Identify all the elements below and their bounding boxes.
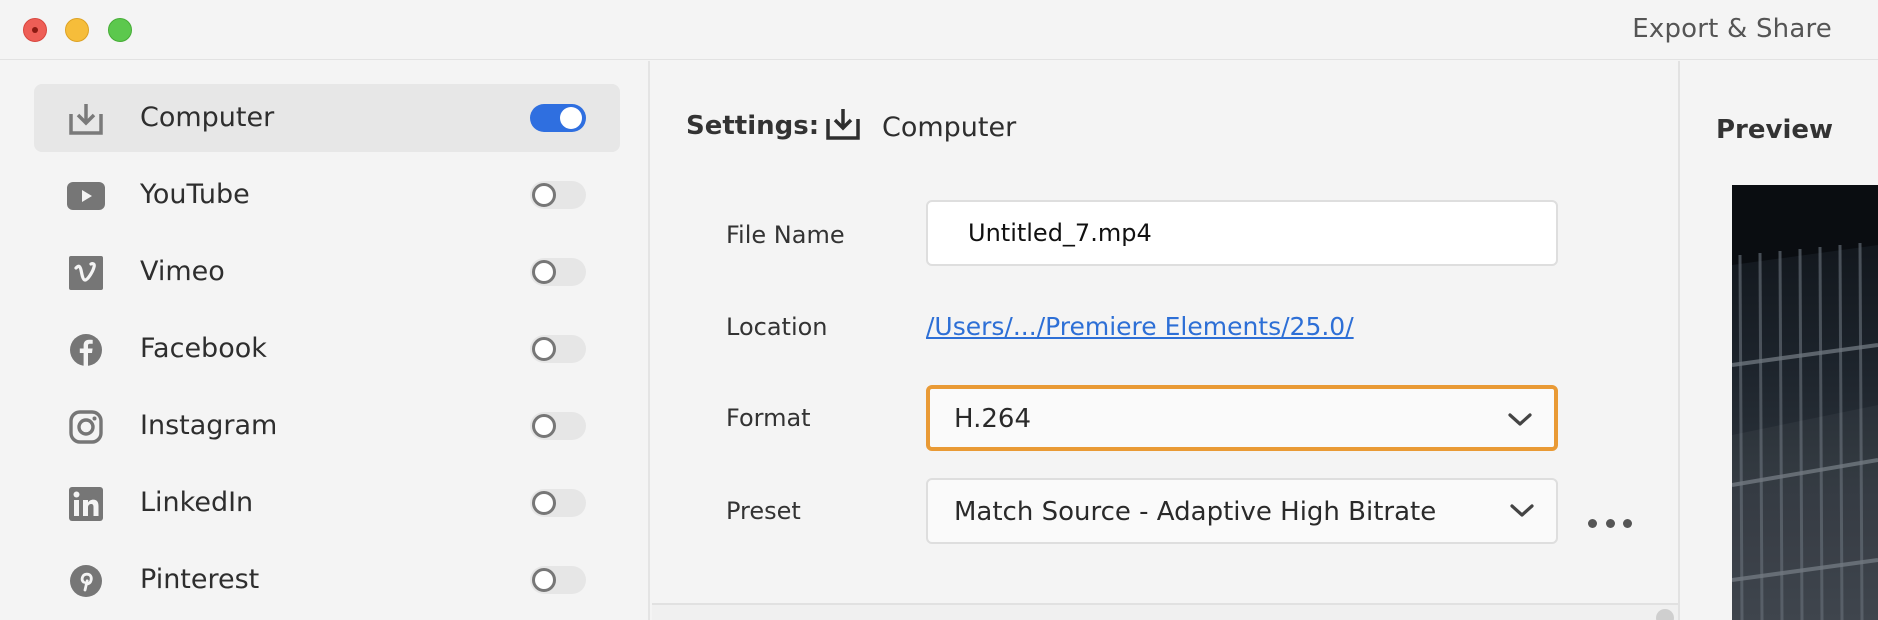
sidebar-item-label: Instagram [140,410,278,441]
settings-destination-label: Computer [882,112,1017,143]
format-select-value: H.264 [954,404,1031,434]
format-label: Format [726,404,811,432]
linkedin-toggle[interactable] [530,489,586,517]
preview-video-frame [1732,185,1878,620]
preview-title: Preview [1716,115,1834,145]
settings-scrollbar[interactable] [652,603,1678,620]
preview-panel: Preview [1680,61,1878,620]
sidebar-item-label: YouTube [140,179,250,210]
sidebar-item-vimeo[interactable]: Vimeo [34,238,620,306]
scrollbar-thumb[interactable] [1656,609,1674,620]
toggle-knob [560,107,582,129]
title-bar: Export & Share [0,0,1878,60]
file-name-input[interactable] [926,200,1558,266]
facebook-icon [66,332,106,368]
facebook-toggle[interactable] [530,335,586,363]
instagram-icon [66,409,106,445]
sidebar-item-label: Facebook [140,333,267,364]
toggle-knob [532,183,556,207]
preset-select-value: Match Source - Adaptive High Bitrate [954,497,1437,527]
toggle-knob [532,491,556,515]
chevron-down-icon [1506,409,1534,431]
preset-label: Preset [726,497,801,525]
sidebar-item-pinterest[interactable]: Pinterest [34,546,620,614]
toggle-knob [532,414,556,438]
location-label: Location [726,313,828,341]
window-minimize-button[interactable] [65,18,89,42]
youtube-toggle[interactable] [530,181,586,209]
toggle-knob [532,568,556,592]
sidebar-item-label: Vimeo [140,256,225,287]
sidebar-item-label: Computer [140,102,275,133]
pinterest-toggle[interactable] [530,566,586,594]
vimeo-toggle[interactable] [530,258,586,286]
linkedin-icon [66,486,106,522]
window-close-button[interactable] [23,18,47,42]
pinterest-icon [66,563,106,599]
window-zoom-button[interactable] [108,18,132,42]
settings-header: Settings: [686,111,820,141]
chevron-down-icon [1508,500,1536,522]
youtube-icon [66,178,106,214]
sidebar-item-youtube[interactable]: YouTube [34,161,620,229]
destination-sidebar: Computer YouTube Vimeo Facebook Instagra… [0,61,650,620]
computer-toggle[interactable] [530,104,586,132]
sidebar-item-computer[interactable]: Computer [34,84,620,152]
file-name-label: File Name [726,221,845,249]
instagram-toggle[interactable] [530,412,586,440]
sidebar-item-linkedin[interactable]: LinkedIn [34,469,620,537]
location-link[interactable]: /Users/.../Premiere Elements/25.0/ [926,312,1354,341]
sidebar-item-label: LinkedIn [140,487,254,518]
vimeo-icon [66,255,106,291]
preset-select[interactable]: Match Source - Adaptive High Bitrate [926,478,1558,544]
toggle-knob [532,337,556,361]
sidebar-item-facebook[interactable]: Facebook [34,315,620,383]
download-tray-icon [66,101,106,137]
more-options-icon[interactable] [1588,511,1632,535]
sidebar-item-instagram[interactable]: Instagram [34,392,620,460]
sidebar-item-label: Pinterest [140,564,260,595]
window-title: Export & Share [1632,14,1832,44]
settings-panel: Settings: Computer File Name Location /U… [652,61,1678,620]
format-select[interactable]: H.264 [926,385,1558,451]
toggle-knob [532,260,556,284]
download-tray-icon [824,107,864,143]
preview-image [1732,185,1878,620]
